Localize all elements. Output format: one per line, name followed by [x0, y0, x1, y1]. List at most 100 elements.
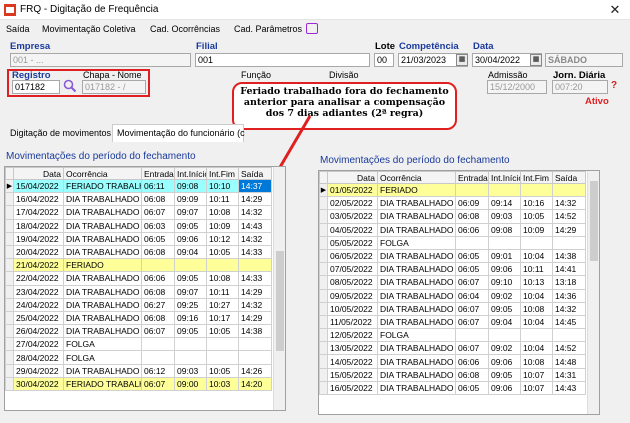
table-row[interactable]: 10/05/2022 DIA TRABALHADO 06:07 09:05 10:08 1…	[319, 301, 586, 316]
registro-field[interactable]: 017182	[12, 80, 60, 94]
cell-sai[interactable]: 14:32	[238, 297, 272, 312]
cell-ini[interactable]: 09:02	[488, 288, 521, 303]
cell-data[interactable]: 02/05/2022	[327, 196, 378, 211]
cell-ini[interactable]: 09:07	[174, 205, 207, 220]
cell-ini[interactable]: 09:09	[174, 192, 207, 207]
cell-fim[interactable]	[206, 337, 239, 352]
cell-data[interactable]: 25/04/2022	[13, 310, 64, 326]
cell-fim[interactable]: 10:08	[520, 354, 553, 369]
cell-ini[interactable]: 09:03	[488, 209, 521, 224]
cell-data[interactable]: 30/04/2022	[13, 376, 64, 392]
cell-data[interactable]: 10/05/2022	[327, 301, 378, 316]
cell-sai[interactable]: 14:38	[552, 248, 586, 264]
cell-sai[interactable]: 14:48	[552, 354, 586, 369]
cell-ent[interactable]: 06:06	[141, 271, 175, 286]
column-header[interactable]: Int.Fim	[206, 167, 239, 180]
cell-ent[interactable]	[455, 328, 489, 343]
cell-ent[interactable]: 06:12	[141, 363, 175, 378]
cell-fim[interactable]: 10:07	[520, 367, 553, 382]
cell-ini[interactable]	[488, 328, 521, 343]
cell-ini[interactable]: 09:14	[488, 196, 521, 211]
cell-ent[interactable]: 06:04	[455, 288, 489, 303]
cell-ent[interactable]: 06:07	[455, 275, 489, 290]
cell-data[interactable]: 21/04/2022	[13, 258, 64, 273]
table-row[interactable]: 04/05/2022 DIA TRABALHADO 06:06 09:08 10:09 1…	[319, 222, 586, 237]
table-row[interactable]: 08/05/2022 DIA TRABALHADO 06:07 09:10 10:13 1…	[319, 275, 586, 290]
cell-sai[interactable]: 14:38	[238, 324, 272, 339]
cell-ent[interactable]: 06:08	[455, 209, 489, 224]
cell-ent[interactable]: 06:06	[455, 222, 489, 237]
table-row[interactable]: ▶ 15/04/2022 FERIADO TRABALH 06:11 09:08 10:1…	[5, 178, 272, 194]
cell-fim[interactable]: 10:04	[520, 314, 553, 330]
filial-field[interactable]: 001	[195, 53, 370, 67]
cell-fim[interactable]	[206, 350, 239, 365]
calendar-icon[interactable]: ▦	[530, 54, 542, 66]
cell-data[interactable]: 08/05/2022	[327, 275, 378, 290]
cell-oc[interactable]: DIA TRABALHADO	[63, 218, 142, 233]
cell-oc[interactable]: FERIADO	[377, 182, 456, 198]
table-row[interactable]: 05/05/2022 FOLGA	[319, 235, 586, 250]
table-row[interactable]: 11/05/2022 DIA TRABALHADO 06:07 09:04 10:04 1…	[319, 314, 586, 330]
cell-ini[interactable]: 09:05	[174, 271, 207, 286]
cell-fim[interactable]	[206, 258, 239, 273]
cell-ini[interactable]: 09:03	[174, 363, 207, 378]
cell-ini[interactable]: 09:00	[174, 376, 207, 392]
table-row[interactable]: 15/05/2022 DIA TRABALHADO 06:08 09:05 10:07 1…	[319, 367, 586, 382]
cell-ini[interactable]: 09:02	[488, 341, 521, 356]
cell-data[interactable]: 14/05/2022	[327, 354, 378, 369]
cell-sai[interactable]: 14:41	[552, 262, 586, 277]
cell-oc[interactable]: DIA TRABALHADO	[377, 262, 456, 277]
cell-fim[interactable]: 10:05	[520, 209, 553, 224]
cell-data[interactable]: 06/05/2022	[327, 248, 378, 264]
column-header[interactable]: Ocorrência	[63, 167, 142, 180]
cell-data[interactable]: 24/04/2022	[13, 297, 64, 312]
menu-cad-ocorrencias[interactable]: Cad. Ocorrências	[150, 24, 220, 34]
cell-ent[interactable]: 06:03	[141, 218, 175, 233]
cell-fim[interactable]: 10:04	[520, 341, 553, 356]
cell-ini[interactable]: 09:07	[174, 284, 207, 299]
cell-ent[interactable]: 06:07	[455, 314, 489, 330]
cell-oc[interactable]: DIA TRABALHADO	[63, 192, 142, 207]
table-row[interactable]: 19/04/2022 DIA TRABALHADO 06:05 09:06 10:12 1…	[5, 231, 272, 246]
cell-sai[interactable]: 14:32	[238, 205, 272, 220]
cell-data[interactable]: 29/04/2022	[13, 363, 64, 378]
column-header[interactable]: Entrada	[141, 167, 175, 180]
cell-fim[interactable]: 10:07	[520, 380, 553, 396]
cell-oc[interactable]: DIA TRABALHADO	[377, 288, 456, 303]
cell-fim[interactable]: 10:11	[206, 192, 239, 207]
cell-ent[interactable]	[141, 350, 175, 365]
cell-oc[interactable]: DIA TRABALHADO	[377, 222, 456, 237]
cell-sai[interactable]: 14:29	[238, 310, 272, 326]
menu-cad-parametros[interactable]: Cad. Parâmetros	[234, 24, 302, 34]
cell-oc[interactable]: DIA TRABALHADO	[63, 363, 142, 378]
cell-ent[interactable]: 06:05	[141, 231, 175, 246]
table-row[interactable]: 06/05/2022 DIA TRABALHADO 06:05 09:01 10:04 1…	[319, 248, 586, 264]
cell-fim[interactable]: 10:11	[520, 262, 553, 277]
cell-ent[interactable]: 06:05	[455, 248, 489, 264]
cell-ini[interactable]: 09:06	[488, 354, 521, 369]
column-header[interactable]: Data	[13, 167, 64, 180]
cell-sai[interactable]	[552, 235, 586, 250]
cell-ent[interactable]: 06:07	[455, 341, 489, 356]
cell-ini[interactable]: 09:06	[174, 231, 207, 246]
calendar-icon[interactable]: ▦	[456, 54, 468, 66]
cell-sai[interactable]: 14:43	[552, 380, 586, 396]
cell-data[interactable]: 01/05/2022	[327, 182, 378, 198]
cell-fim[interactable]: 10:08	[206, 205, 239, 220]
table-row[interactable]: 26/04/2022 DIA TRABALHADO 06:07 09:05 10:05 1…	[5, 324, 272, 339]
cell-ent[interactable]: 06:11	[141, 178, 175, 194]
cell-sai[interactable]: 14:33	[238, 271, 272, 286]
cell-oc[interactable]: FOLGA	[377, 328, 456, 343]
right-scroll-thumb[interactable]	[590, 181, 598, 261]
cell-ini[interactable]: 09:05	[488, 367, 521, 382]
column-header[interactable]: Saída	[552, 171, 586, 184]
cell-fim[interactable]: 10:05	[206, 244, 239, 260]
cell-oc[interactable]: DIA TRABALHADO	[63, 297, 142, 312]
cell-sai[interactable]: 14:29	[238, 192, 272, 207]
cell-data[interactable]: 13/05/2022	[327, 341, 378, 356]
table-row[interactable]: 18/04/2022 DIA TRABALHADO 06:03 09:05 10:09 1…	[5, 218, 272, 233]
cell-fim[interactable]	[520, 328, 553, 343]
cell-data[interactable]: 18/04/2022	[13, 218, 64, 233]
close-button[interactable]: ✕	[604, 1, 626, 18]
cell-sai[interactable]	[238, 258, 272, 273]
